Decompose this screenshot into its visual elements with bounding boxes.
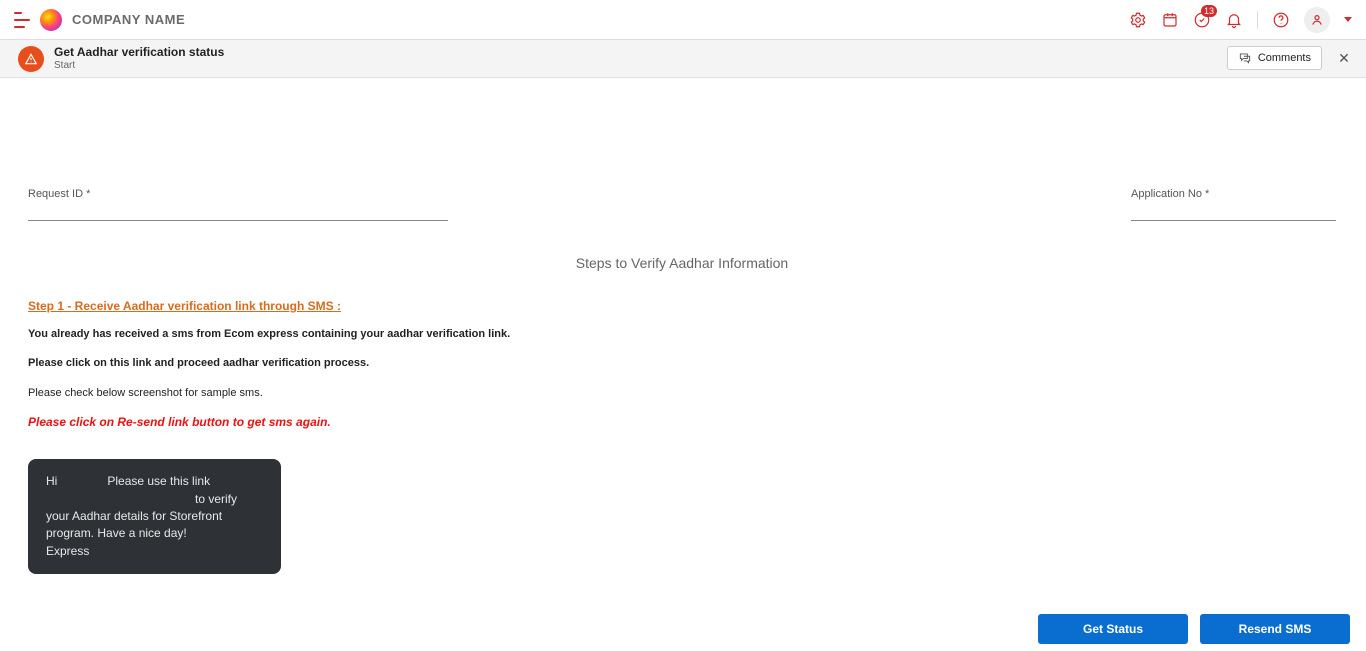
sms-line-1b: Please use this link xyxy=(57,474,210,488)
resend-sms-button[interactable]: Resend SMS xyxy=(1200,614,1350,644)
top-icons: 13 xyxy=(1129,7,1352,33)
step1-text-2: Please click on this link and proceed aa… xyxy=(28,356,1336,371)
sms-line-1a: Hi xyxy=(46,474,57,488)
form-row: Request ID * Application No * xyxy=(28,188,1336,221)
request-id-label: Request ID * xyxy=(28,188,448,200)
request-id-field: Request ID * xyxy=(28,188,448,221)
get-status-button[interactable]: Get Status xyxy=(1038,614,1188,644)
calendar-icon[interactable] xyxy=(1161,11,1179,29)
user-menu-caret[interactable] xyxy=(1344,17,1352,22)
page-icon xyxy=(18,46,44,72)
company-logo xyxy=(40,9,62,31)
application-no-label: Application No * xyxy=(1131,188,1336,200)
step1-text-1: You already has received a sms from Ecom… xyxy=(28,327,1336,342)
sms-line-4: program. Have a nice day! xyxy=(46,525,263,542)
sms-line-3: your Aadhar details for Storefront xyxy=(46,508,263,525)
divider xyxy=(1257,11,1258,29)
bell-icon[interactable] xyxy=(1225,11,1243,29)
comments-button[interactable]: Comments xyxy=(1227,46,1322,70)
comments-label: Comments xyxy=(1258,52,1311,64)
top-bar: COMPANY NAME 13 xyxy=(0,0,1366,40)
step1-heading: Step 1 - Receive Aadhar verification lin… xyxy=(28,299,1336,313)
user-avatar[interactable] xyxy=(1304,7,1330,33)
comments-icon xyxy=(1238,51,1252,65)
step1-text-3: Please check below screenshot for sample… xyxy=(28,386,1336,401)
footer-bar: Get Status Resend SMS xyxy=(0,607,1356,651)
main-content: Request ID * Application No * Steps to V… xyxy=(16,88,1348,607)
notification-badge: 13 xyxy=(1201,5,1217,17)
application-no-field: Application No * xyxy=(1131,188,1336,221)
gear-icon[interactable] xyxy=(1129,11,1147,29)
brand-name: COMPANY NAME xyxy=(72,12,185,27)
resend-note: Please click on Re-send link button to g… xyxy=(28,415,1336,429)
sms-line-2: to verify xyxy=(46,491,263,508)
menu-icon[interactable] xyxy=(14,12,30,28)
request-id-input[interactable] xyxy=(28,202,448,221)
sms-sample: HiPlease use this link to verify your Aa… xyxy=(28,459,281,574)
steps-title: Steps to Verify Aadhar Information xyxy=(28,255,1336,271)
close-icon[interactable]: ✕ xyxy=(1336,50,1352,66)
tasks-icon[interactable]: 13 xyxy=(1193,11,1211,29)
application-no-input[interactable] xyxy=(1131,202,1336,221)
help-icon[interactable] xyxy=(1272,11,1290,29)
page-title: Get Aadhar verification status xyxy=(54,46,224,59)
page-subtitle: Start xyxy=(54,60,224,71)
sub-bar: Get Aadhar verification status Start Com… xyxy=(0,40,1366,78)
sms-line-5: Express xyxy=(46,543,263,560)
